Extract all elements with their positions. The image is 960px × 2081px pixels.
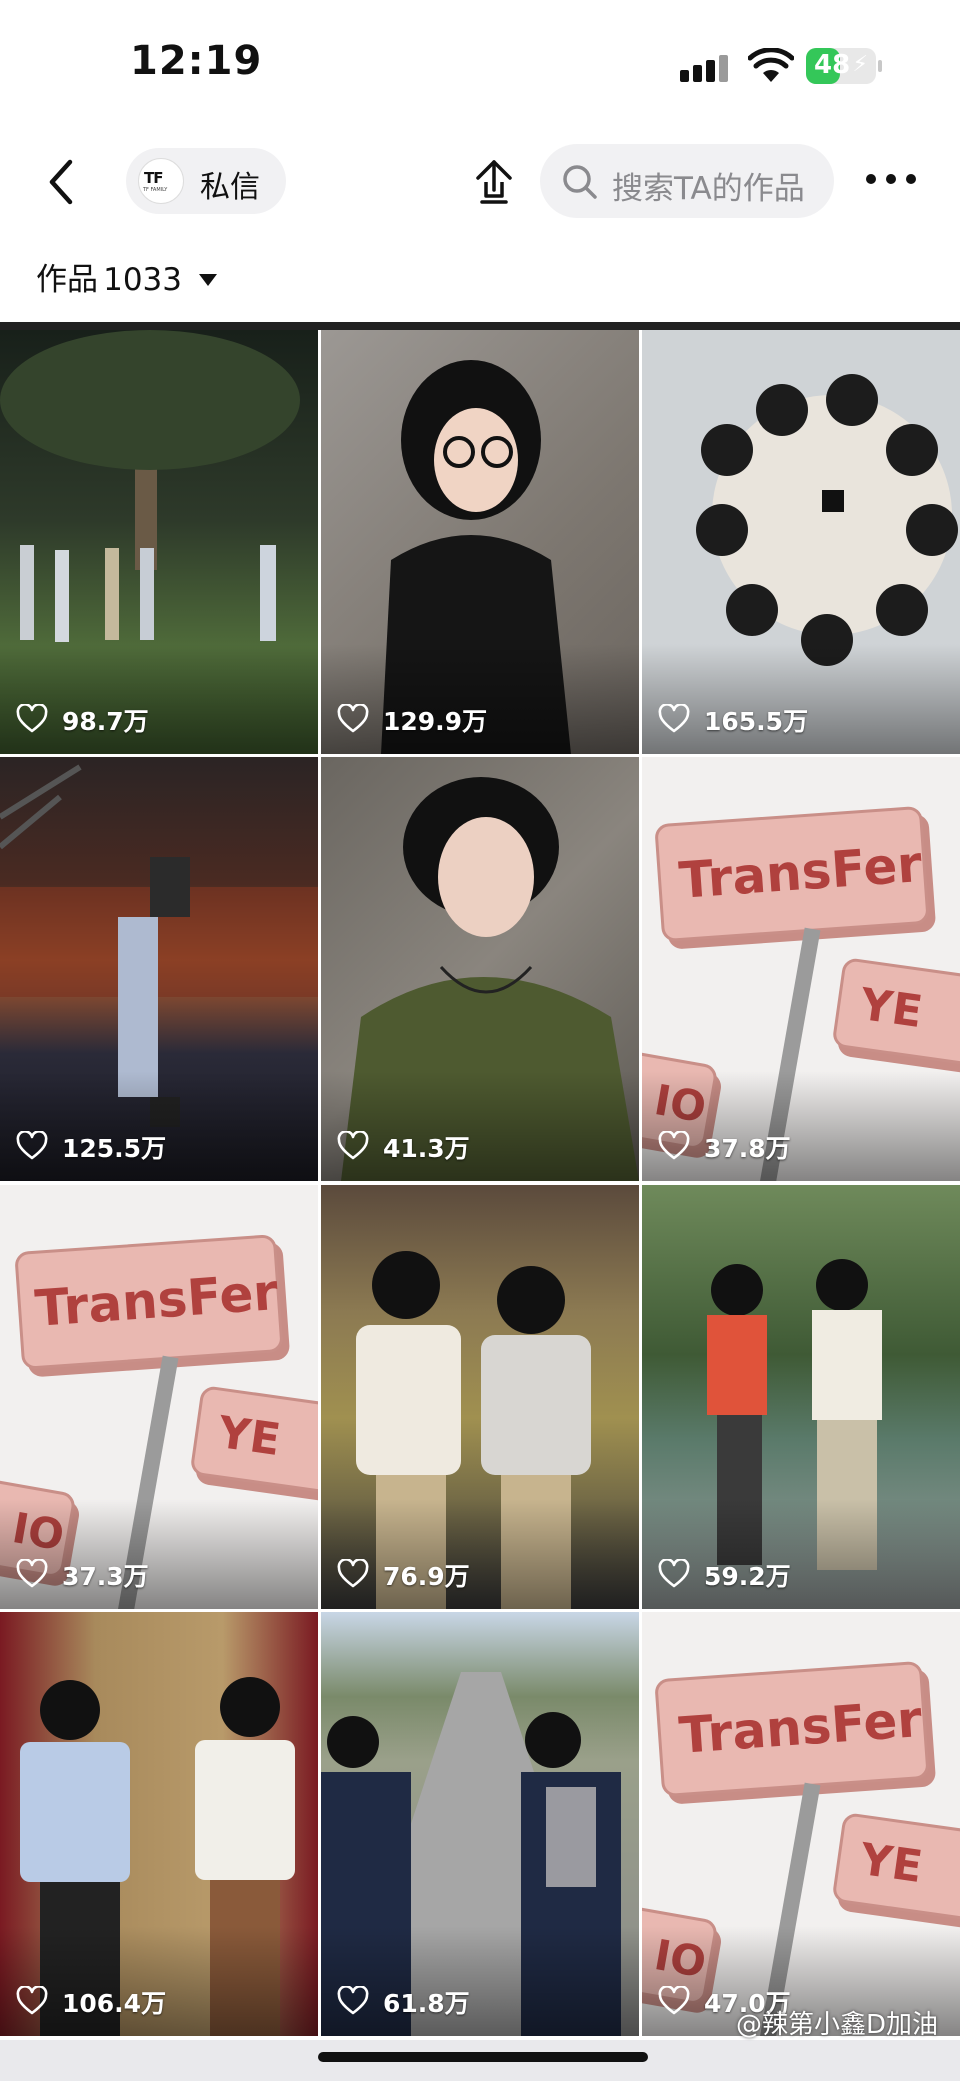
video-tile[interactable]: TransFer YE IO 37.8万 xyxy=(642,757,960,1181)
transfer-sign: TransFer xyxy=(14,1234,284,1370)
status-bar: 12:19 48 ⚡ xyxy=(0,0,960,130)
heart-icon xyxy=(337,1131,369,1160)
video-tile[interactable]: 59.2万 xyxy=(642,1185,960,1609)
search-placeholder: 搜索TA的作品 xyxy=(612,171,805,207)
like-count-text: 76.9万 xyxy=(383,1562,470,1591)
transfer-sign: TransFer xyxy=(654,805,930,943)
logo-mark: TF xyxy=(144,169,164,187)
grid-top-strip xyxy=(0,322,960,330)
video-tile[interactable]: 76.9万 xyxy=(321,1185,639,1609)
heart-icon xyxy=(658,1559,690,1588)
like-count-text: 59.2万 xyxy=(704,1562,791,1591)
sign-text: TransFer xyxy=(33,1263,280,1338)
video-tile[interactable]: 129.9万 xyxy=(321,330,639,754)
video-tile[interactable]: 61.8万 xyxy=(321,1612,639,2036)
logo-subtext: TF FAMILY xyxy=(143,187,168,193)
heart-icon xyxy=(16,1559,48,1588)
direct-message-button[interactable]: TF TF FAMILY 私信 xyxy=(126,148,286,214)
battery-percent: 48 xyxy=(814,50,851,80)
works-count: 1033 xyxy=(103,262,182,298)
watermark-text: @辣第小鑫D加油 xyxy=(736,2010,939,2040)
like-count-text: 41.3万 xyxy=(383,1134,470,1163)
heart-icon xyxy=(16,1986,48,2015)
like-count-text: 129.9万 xyxy=(383,707,488,736)
status-time: 12:19 xyxy=(130,38,263,84)
heart-icon xyxy=(16,1131,48,1160)
heart-icon xyxy=(658,1131,690,1160)
video-tile[interactable]: TransFer YE IO 37.3万 xyxy=(0,1185,318,1609)
transfer-sign: TransFer xyxy=(654,1660,930,1798)
battery-icon: 48 ⚡ xyxy=(806,48,882,84)
sign-text: TransFer xyxy=(677,1689,924,1765)
like-count-text: 106.4万 xyxy=(62,1989,167,2018)
like-count-text: 61.8万 xyxy=(383,1989,470,2018)
heart-icon xyxy=(16,704,48,733)
heart-icon xyxy=(337,1559,369,1588)
direct-message-label: 私信 xyxy=(200,170,260,205)
search-works-input[interactable]: 搜索TA的作品 xyxy=(540,144,834,218)
works-filter-dropdown[interactable]: 作品 1033 xyxy=(36,254,218,300)
charging-bolt-icon: ⚡ xyxy=(852,52,868,77)
back-chevron-icon[interactable] xyxy=(40,152,84,212)
heart-icon xyxy=(337,1986,369,2015)
video-tile[interactable]: 125.5万 xyxy=(0,757,318,1181)
home-indicator[interactable] xyxy=(318,2052,648,2062)
dropdown-arrow-icon xyxy=(199,274,218,286)
share-icon[interactable] xyxy=(472,156,516,206)
heart-icon xyxy=(337,704,369,733)
video-tile[interactable]: 106.4万 xyxy=(0,1612,318,2036)
tf-family-logo: TF TF FAMILY xyxy=(138,158,184,204)
cellular-signal-icon xyxy=(680,52,740,82)
like-count-text: 165.5万 xyxy=(704,707,809,736)
heart-icon xyxy=(658,704,690,733)
works-label: 作品 xyxy=(36,262,98,298)
more-options-icon[interactable] xyxy=(866,168,916,194)
sign-text: TransFer xyxy=(677,834,924,910)
video-tile[interactable]: TransFer YE IO 47.0万 xyxy=(642,1612,960,2036)
video-grid: 98.7万 129.9万 165.5万 125.5万 41.3万 TransFe… xyxy=(0,330,960,2040)
video-tile[interactable]: 41.3万 xyxy=(321,757,639,1181)
like-count-text: 37.3万 xyxy=(62,1562,149,1591)
year-sign: YE xyxy=(831,956,960,1067)
search-icon xyxy=(563,165,597,199)
like-count-text: 125.5万 xyxy=(62,1134,167,1163)
video-tile[interactable]: 165.5万 xyxy=(642,330,960,754)
like-count-text: 98.7万 xyxy=(62,707,149,736)
year-sign: YE xyxy=(189,1385,318,1495)
wifi-icon xyxy=(748,48,794,82)
heart-icon xyxy=(658,1986,690,2015)
like-count-text: 37.8万 xyxy=(704,1134,791,1163)
year-sign: YE xyxy=(831,1812,960,1922)
video-tile[interactable]: 98.7万 xyxy=(0,330,318,754)
